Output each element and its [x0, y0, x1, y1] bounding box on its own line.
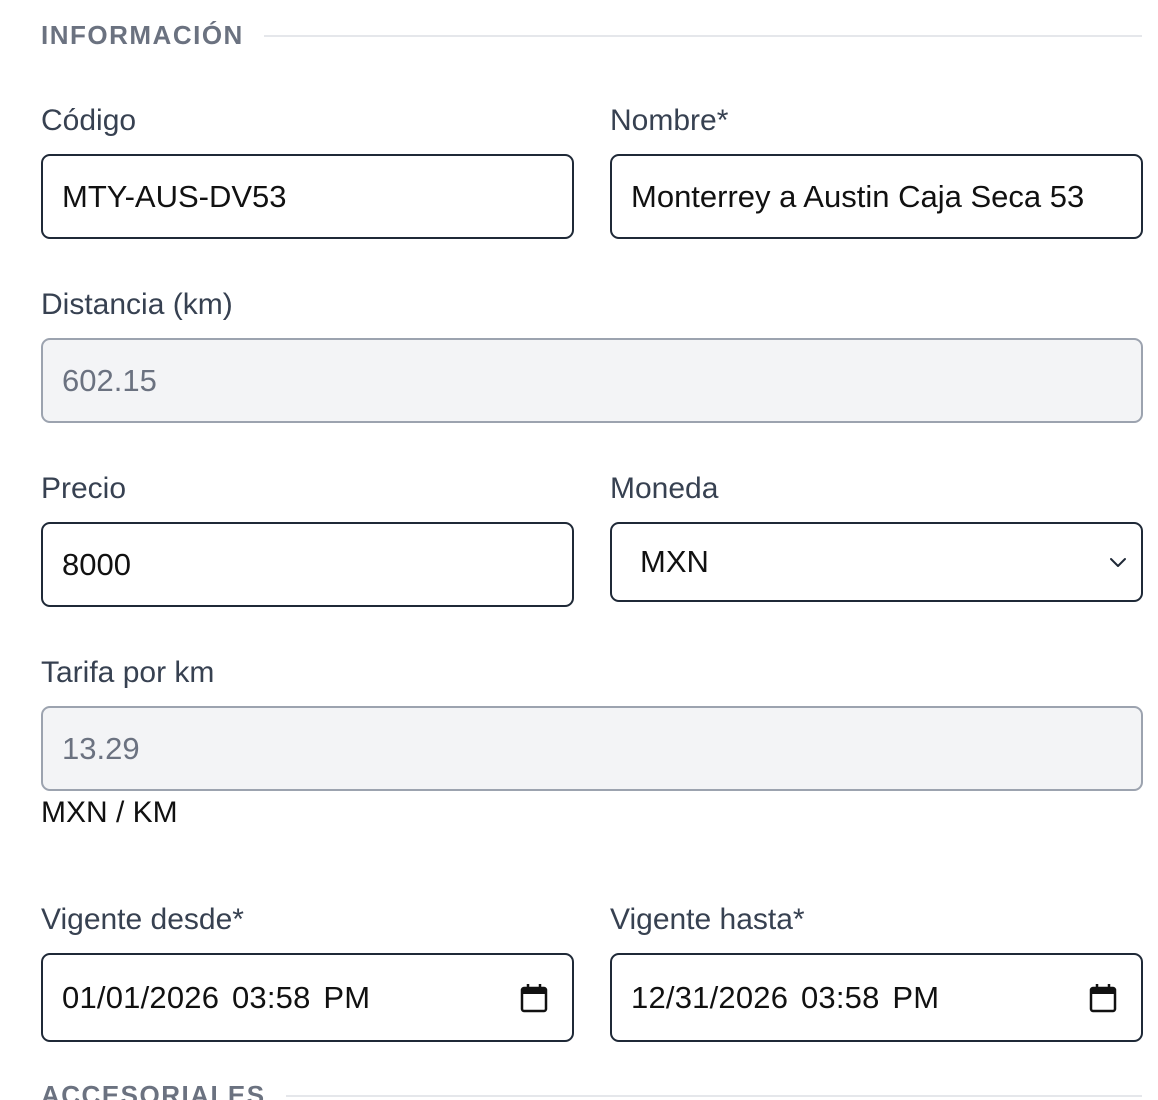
vigente-desde-input[interactable]: 01/01/2026 03:58 PM: [41, 953, 574, 1042]
section-divider: [263, 34, 1142, 37]
vigente-desde-label: Vigente desde*: [41, 903, 244, 936]
codigo-input[interactable]: MTY-AUS-DV53: [41, 154, 574, 239]
moneda-select[interactable]: MXN: [610, 522, 1143, 602]
codigo-value: MTY-AUS-DV53: [62, 178, 287, 214]
tarifa-value: 13.29: [62, 730, 140, 766]
calendar-icon[interactable]: [520, 983, 548, 1013]
precio-input[interactable]: 8000: [41, 522, 574, 607]
section-title: ACCESORIALES: [41, 1080, 266, 1100]
nombre-input[interactable]: Monterrey a Austin Caja Seca 53: [610, 154, 1143, 239]
distancia-label: Distancia (km): [41, 288, 233, 321]
vigente-hasta-value: 12/31/2026 03:58 PM: [631, 979, 940, 1015]
precio-label: Precio: [41, 472, 127, 505]
vigente-hasta-label: Vigente hasta*: [610, 903, 805, 936]
nombre-value: Monterrey a Austin Caja Seca 53: [631, 178, 1085, 214]
calendar-icon[interactable]: [1089, 983, 1117, 1013]
tarifa-input: 13.29: [41, 706, 1143, 791]
moneda-value: MXN: [640, 544, 709, 579]
moneda-label: Moneda: [610, 472, 719, 505]
vigente-desde-value: 01/01/2026 03:58 PM: [62, 979, 371, 1015]
section-divider: [285, 1094, 1142, 1097]
tarifa-label: Tarifa por km: [41, 656, 215, 689]
section-header-informacion: INFORMACIÓN: [41, 20, 1142, 51]
chevron-down-icon: [1110, 558, 1126, 567]
form-page: INFORMACIÓN Código MTY-AUS-DV53 Nombre* …: [0, 0, 1158, 1100]
tarifa-unit: MXN / KM: [41, 796, 178, 829]
nombre-label: Nombre*: [610, 104, 729, 137]
section-title: INFORMACIÓN: [41, 20, 244, 50]
distancia-value: 602.15: [62, 362, 157, 398]
section-header-accesoriales: ACCESORIALES: [41, 1080, 1142, 1100]
codigo-label: Código: [41, 104, 137, 137]
vigente-hasta-input[interactable]: 12/31/2026 03:58 PM: [610, 953, 1143, 1042]
precio-value: 8000: [62, 546, 131, 582]
distancia-input: 602.15: [41, 338, 1143, 423]
